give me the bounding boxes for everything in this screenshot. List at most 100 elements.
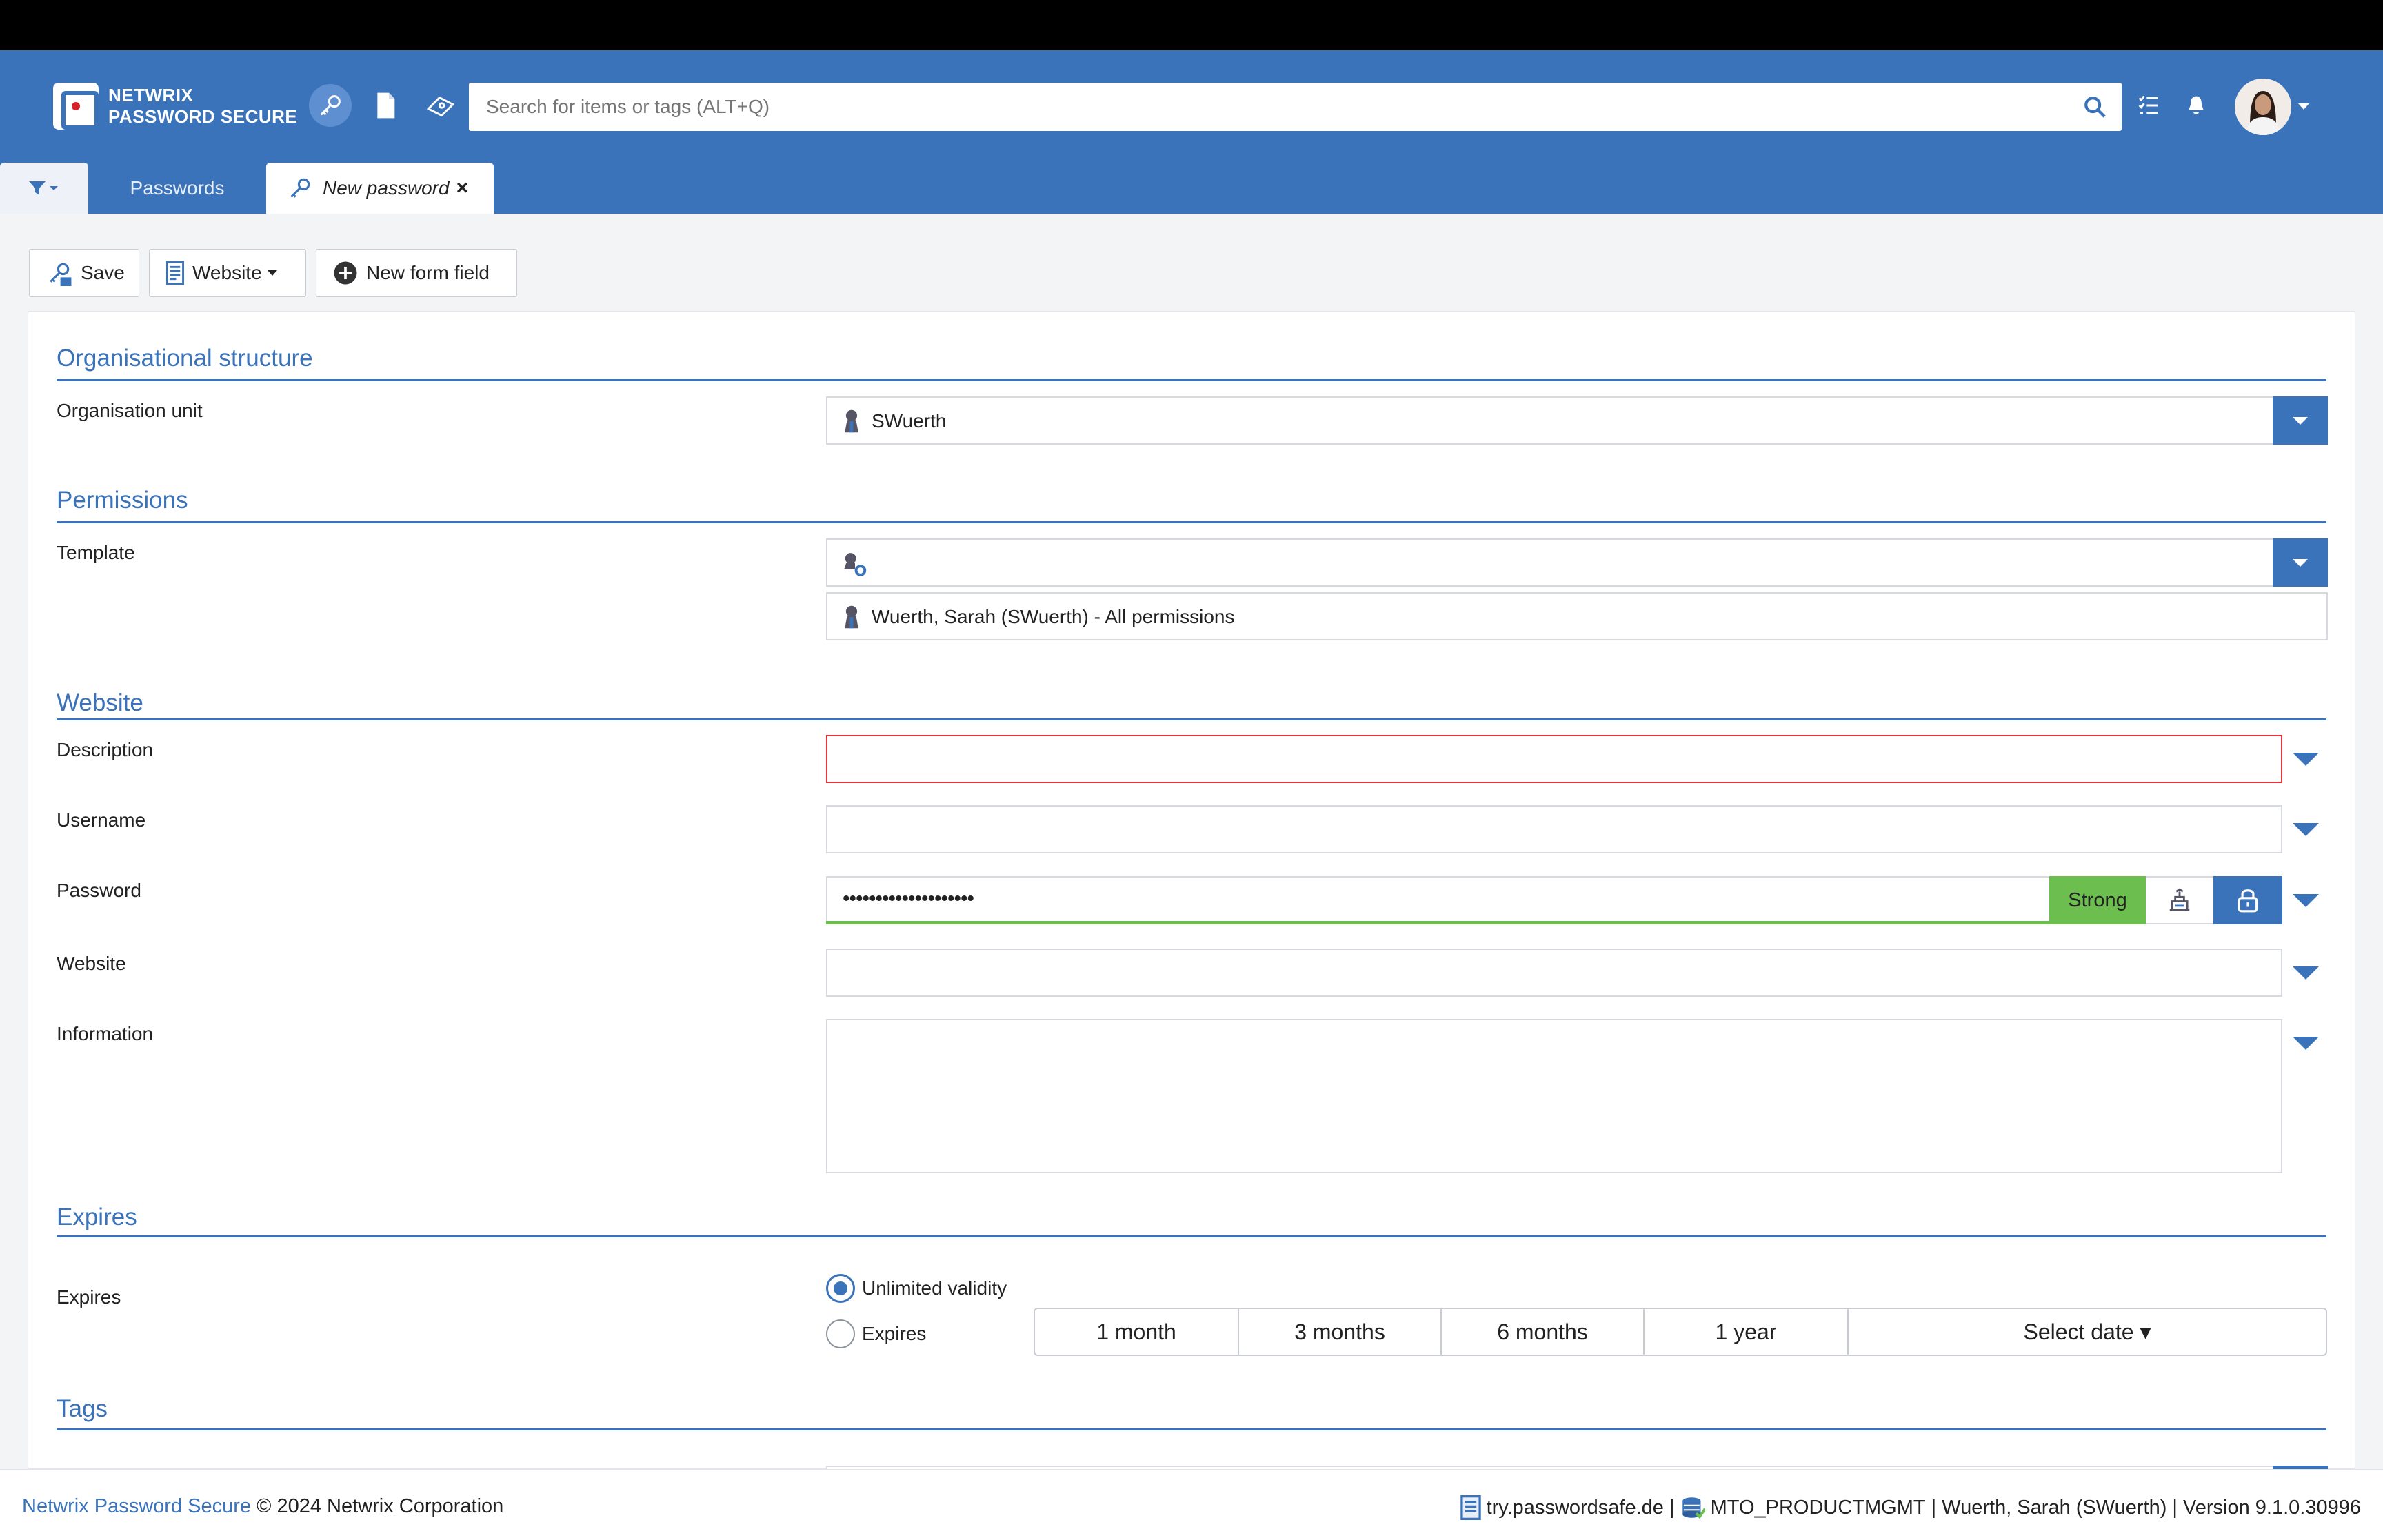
search-input[interactable] — [469, 83, 2055, 131]
password-lock-button[interactable] — [2213, 876, 2282, 924]
section-tags: Tags — [57, 1395, 108, 1422]
section-divider — [57, 521, 2326, 523]
expiry-1-month-button[interactable]: 1 month — [1035, 1309, 1239, 1355]
save-label: Save — [81, 262, 125, 283]
app-logo[interactable]: NETWRIX PASSWORD SECURE — [53, 83, 297, 130]
user-icon — [843, 409, 861, 437]
permission-entry-text: Wuerth, Sarah (SWuerth) - All permission… — [872, 606, 1235, 627]
tab-new-password[interactable]: New password × — [266, 163, 494, 214]
user-avatar[interactable] — [2235, 79, 2291, 135]
form-icon — [166, 261, 184, 285]
username-options-chevron-down-icon[interactable] — [2293, 823, 2319, 836]
permission-entry[interactable]: Wuerth, Sarah (SWuerth) - All permission… — [826, 592, 2328, 640]
save-button[interactable]: Save — [29, 249, 139, 297]
task-list-icon[interactable] — [2127, 84, 2170, 127]
organisation-unit-dropdown-button[interactable] — [2273, 396, 2328, 445]
expiry-1-year-button[interactable]: 1 year — [1645, 1309, 1849, 1355]
section-website: Website — [57, 689, 143, 716]
footer-brand-link[interactable]: Netwrix Password Secure — [22, 1495, 251, 1517]
username-input[interactable] — [826, 805, 2282, 853]
username-label: Username — [57, 809, 146, 831]
expires-option[interactable]: Expires — [826, 1319, 926, 1348]
record-toolbar: Save Website New form field — [29, 249, 517, 297]
expiry-period-selector: 1 month 3 months 6 months 1 year Select … — [1034, 1308, 2327, 1356]
section-divider — [57, 379, 2326, 381]
information-textarea[interactable] — [826, 1019, 2282, 1173]
tab-passwords[interactable]: Passwords — [88, 163, 266, 214]
template-dropdown-button[interactable] — [2273, 538, 2328, 587]
tab-bar: Passwords New password × — [0, 163, 494, 214]
organisation-unit-label: Organisation unit — [57, 400, 203, 421]
unlimited-validity-label: Unlimited validity — [862, 1277, 1007, 1299]
notifications-bell-icon[interactable] — [2175, 84, 2218, 127]
password-strength-badge: Strong — [2049, 876, 2146, 924]
expiry-3-months-button[interactable]: 3 months — [1239, 1309, 1442, 1355]
expiry-6-months-button[interactable]: 6 months — [1442, 1309, 1645, 1355]
footer-database: MTO_PRODUCTMGMT — [1710, 1496, 1926, 1519]
passwords-key-icon[interactable] — [309, 84, 352, 127]
global-search[interactable] — [469, 83, 2122, 131]
status-footer: Netwrix Password Secure © 2024 Netwrix C… — [0, 1469, 2383, 1540]
os-menu-bar — [0, 0, 2383, 50]
website-options-chevron-down-icon[interactable] — [2293, 966, 2319, 980]
filter-icon — [29, 181, 58, 195]
avatar-menu-chevron-down-icon[interactable] — [2298, 103, 2309, 110]
information-label: Information — [57, 1023, 154, 1044]
roles-badge-icon[interactable] — [419, 84, 462, 127]
permission-template-select[interactable] — [826, 538, 2328, 587]
website-url-input[interactable] — [826, 949, 2282, 997]
section-organisational-structure: Organisational structure — [57, 345, 313, 372]
expires-option-label: Expires — [862, 1323, 927, 1344]
logo-line-1: NETWRIX — [108, 85, 194, 105]
description-label: Description — [57, 739, 154, 760]
password-generator-icon — [2169, 888, 2190, 911]
chevron-down-icon — [267, 270, 277, 276]
password-label: Password — [57, 880, 141, 901]
expiry-select-date-dropdown[interactable]: Select date ▾ — [1849, 1309, 2326, 1355]
form-type-label: Website — [192, 262, 262, 283]
template-gear-user-icon — [843, 551, 867, 580]
user-icon — [843, 605, 861, 633]
section-divider — [57, 1235, 2326, 1237]
section-divider — [57, 718, 2326, 720]
section-divider — [57, 1428, 2326, 1430]
organisation-unit-select[interactable]: SWuerth — [826, 396, 2328, 445]
logo-line-2: PASSWORD SECURE — [108, 106, 298, 127]
footer-connection-info: try.passwordsafe.de | MTO_PRODUCTMGMT | … — [1460, 1495, 2361, 1520]
unlimited-validity-radio[interactable] — [826, 1274, 855, 1303]
description-options-chevron-down-icon[interactable] — [2293, 753, 2319, 766]
close-tab-icon[interactable]: × — [456, 176, 469, 200]
footer-server: try.passwordsafe.de — [1486, 1496, 1664, 1519]
expires-label: Expires — [57, 1286, 121, 1308]
password-options-chevron-down-icon[interactable] — [2293, 894, 2319, 907]
section-permissions: Permissions — [57, 487, 188, 514]
password-strength-bar — [826, 921, 2049, 924]
database-icon — [1680, 1496, 1705, 1519]
password-input[interactable]: •••••••••••••••••••• — [826, 876, 2049, 924]
password-generator-button[interactable] — [2146, 876, 2213, 924]
expires-radio[interactable] — [826, 1319, 855, 1348]
documents-icon[interactable] — [364, 84, 407, 127]
footer-copyright: Netwrix Password Secure © 2024 Netwrix C… — [22, 1495, 503, 1518]
organisation-unit-value: SWuerth — [872, 410, 947, 432]
footer-user-version: | Wuerth, Sarah (SWuerth) | Version 9.1.… — [1925, 1496, 2361, 1519]
unlimited-validity-option[interactable]: Unlimited validity — [826, 1274, 1007, 1303]
password-masked-value: •••••••••••••••••••• — [843, 887, 974, 910]
footer-separator: | — [1663, 1496, 1680, 1519]
save-key-icon — [46, 260, 72, 286]
website-label: Website — [57, 953, 126, 974]
netwrix-logo-icon — [53, 83, 99, 130]
form-type-dropdown[interactable]: Website — [149, 249, 306, 297]
description-input[interactable] — [826, 735, 2282, 783]
lock-icon — [2238, 889, 2258, 913]
information-options-chevron-down-icon[interactable] — [2293, 1037, 2319, 1050]
tab-new-password-label: New password — [323, 177, 450, 199]
new-form-field-label: New form field — [366, 262, 490, 283]
server-icon — [1460, 1495, 1481, 1520]
filter-toggle[interactable] — [0, 163, 88, 214]
template-label: Template — [57, 542, 135, 563]
section-expires: Expires — [57, 1204, 137, 1230]
footer-copyright-text: © 2024 Netwrix Corporation — [251, 1495, 504, 1517]
new-form-field-button[interactable]: New form field — [316, 249, 517, 297]
search-icon[interactable] — [2083, 95, 2107, 119]
